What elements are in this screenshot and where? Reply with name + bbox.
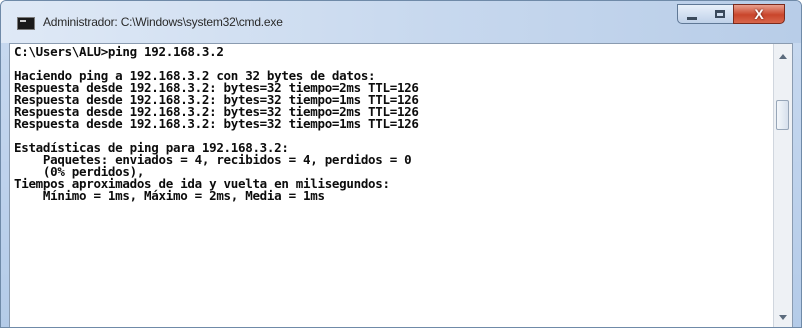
- scrollbar-thumb[interactable]: [776, 100, 789, 130]
- scroll-up-button[interactable]: [774, 48, 792, 64]
- console-line: C:\Users\ALU>ping 192.168.3.2: [14, 44, 224, 59]
- console-line: Mínimo = 1ms, Máximo = 2ms, Media = 1ms: [14, 188, 325, 203]
- scroll-down-button[interactable]: [774, 309, 792, 325]
- cmd-icon[interactable]: [17, 17, 35, 30]
- minimize-icon: [687, 16, 697, 20]
- minimize-button[interactable]: [677, 4, 707, 24]
- console-output[interactable]: C:\Users\ALU>ping 192.168.3.2 Haciendo p…: [10, 44, 774, 327]
- maximize-icon: [714, 10, 725, 18]
- scroll-down-arrow-icon: [779, 314, 787, 320]
- cmd-window: Administrador: C:\Windows\system32\cmd.e…: [0, 0, 802, 328]
- maximize-button[interactable]: [706, 4, 734, 24]
- window-title: Administrador: C:\Windows\system32\cmd.e…: [43, 15, 283, 29]
- close-icon: X: [754, 6, 764, 22]
- vertical-scrollbar[interactable]: [773, 44, 792, 327]
- console-line: Respuesta desde 192.168.3.2: bytes=32 ti…: [14, 116, 419, 131]
- title-bar[interactable]: Administrador: C:\Windows\system32\cmd.e…: [1, 1, 801, 43]
- console-client-area: C:\Users\ALU>ping 192.168.3.2 Haciendo p…: [9, 43, 793, 327]
- close-button[interactable]: X: [733, 4, 785, 24]
- scroll-up-arrow-icon: [779, 53, 787, 59]
